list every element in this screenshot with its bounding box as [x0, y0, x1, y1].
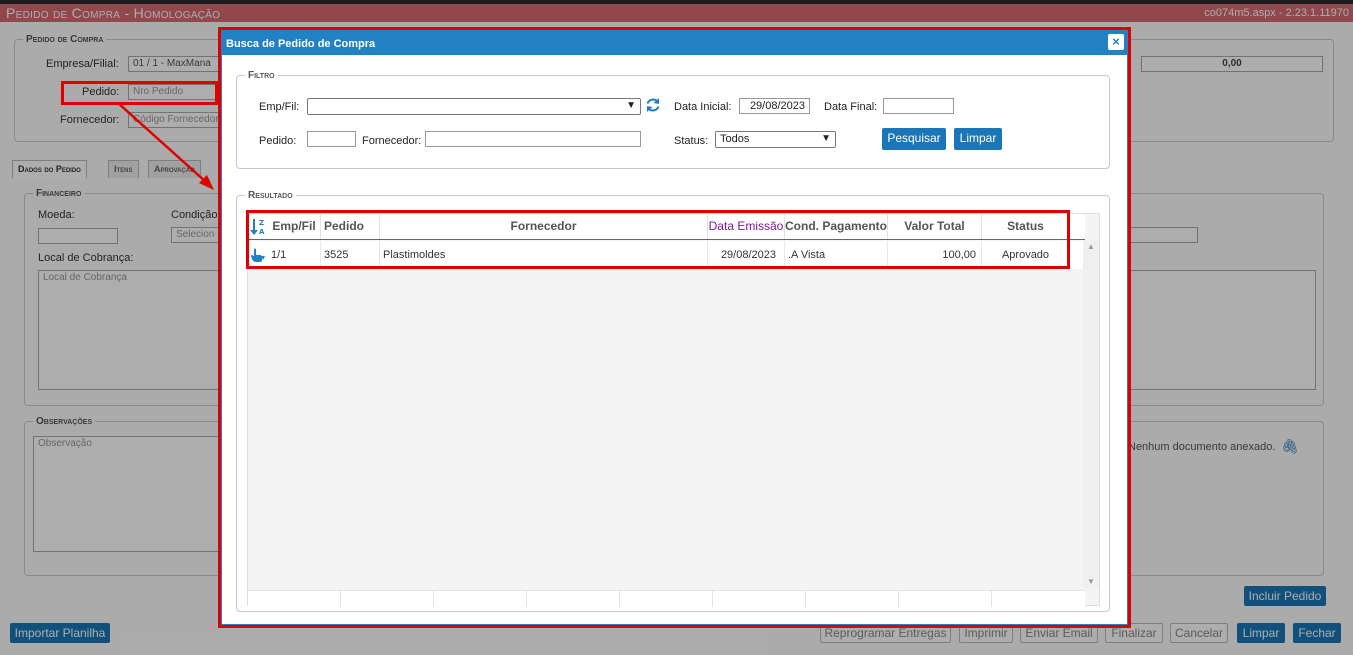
pedido-filter-input[interactable] [307, 131, 356, 147]
fornecedor-filter-input[interactable] [425, 131, 641, 147]
empfil-select[interactable]: ▼ [307, 98, 641, 115]
modal-title: Busca de Pedido de Compra [226, 38, 376, 50]
data-inicial-label: Data Inicial: [674, 101, 732, 113]
pesquisar-button[interactable]: Pesquisar [882, 128, 946, 150]
filtro-legend: Filtro [248, 70, 275, 81]
scroll-up-icon[interactable]: ▲ [1087, 242, 1095, 251]
filtro-fieldset: Filtro [236, 70, 1110, 169]
modal-header: Busca de Pedido de Compra × [222, 31, 1127, 55]
scroll-down-icon[interactable]: ▼ [1087, 577, 1095, 586]
data-final-label: Data Final: [824, 101, 878, 113]
grid-footer [248, 590, 1085, 607]
results-grid: Z A Emp/Fil Pedido Fornecedor Data Emiss… [247, 213, 1100, 607]
empfil-label: Emp/Fil: [259, 101, 300, 113]
status-label: Status: [674, 135, 709, 147]
fornecedor-filter-label: Fornecedor: [362, 135, 422, 147]
chevron-down-icon: ▼ [821, 133, 831, 144]
pedido-filter-label: Pedido: [259, 135, 297, 147]
limpar-filter-button[interactable]: Limpar [954, 128, 1002, 150]
chevron-down-icon: ▼ [626, 100, 636, 111]
refresh-icon[interactable] [645, 97, 661, 113]
close-icon[interactable]: × [1108, 34, 1124, 50]
resultado-legend: Resultado [248, 190, 293, 201]
data-inicial-input[interactable]: 29/08/2023 [739, 98, 810, 114]
status-select[interactable]: Todos ▼ [715, 131, 836, 148]
data-final-input[interactable] [883, 98, 954, 114]
grid-vertical-scrollbar[interactable]: ▲ ▼ [1083, 240, 1099, 588]
highlight-result-row [246, 210, 1070, 269]
